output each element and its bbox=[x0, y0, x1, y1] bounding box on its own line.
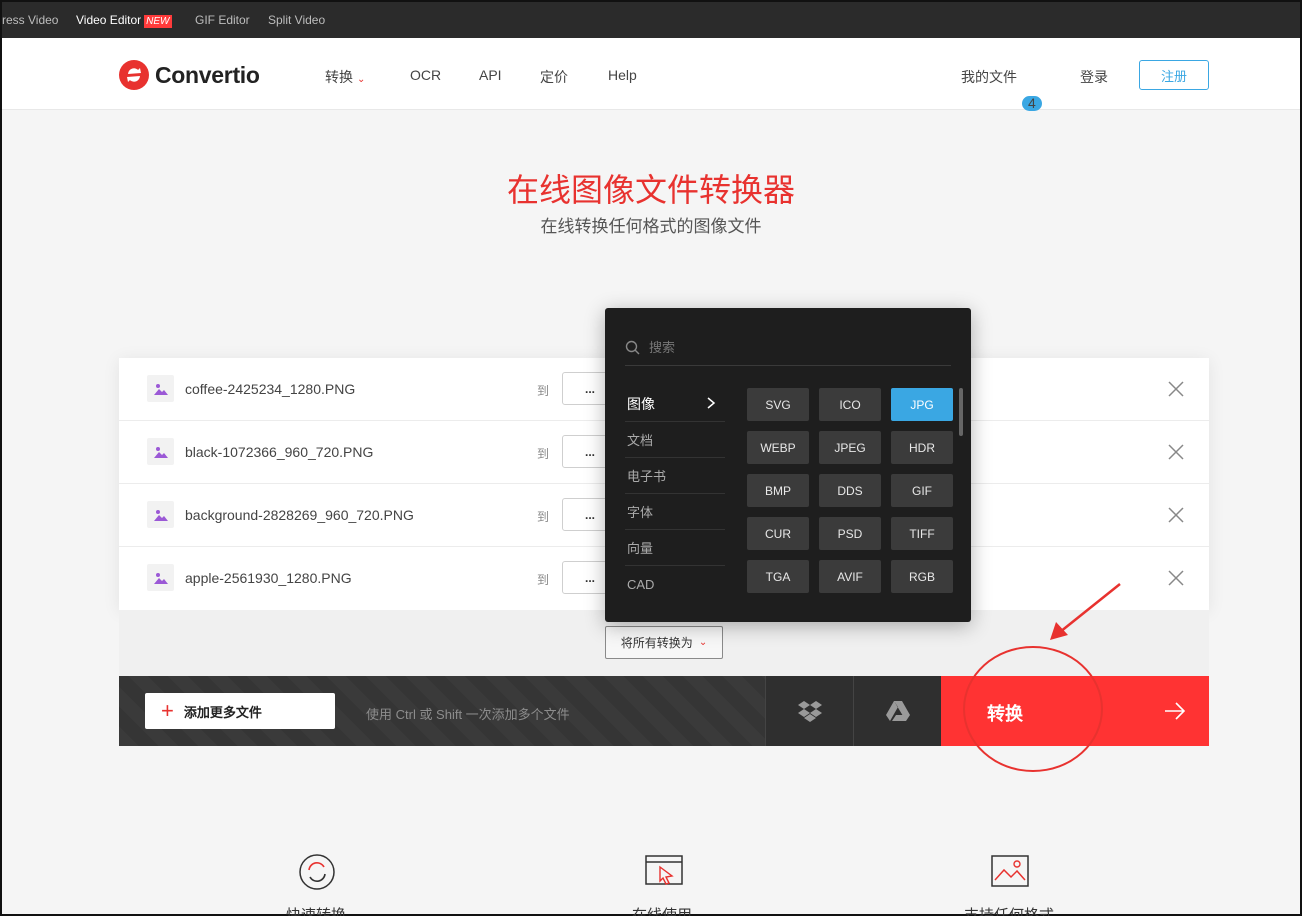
nav-ocr[interactable]: OCR bbox=[410, 67, 441, 83]
format-cur[interactable]: CUR bbox=[747, 517, 809, 550]
feature-any-format: 支持任何格式 bbox=[964, 907, 1055, 916]
format-jpeg[interactable]: JPEG bbox=[819, 431, 881, 464]
image-file-icon bbox=[147, 438, 174, 465]
category-vector[interactable]: 向量 bbox=[625, 530, 725, 566]
file-name: background-2828269_960_720.PNG bbox=[185, 507, 414, 523]
format-webp[interactable]: WEBP bbox=[747, 431, 809, 464]
new-badge: NEW bbox=[144, 15, 172, 28]
nav-api[interactable]: API bbox=[479, 67, 502, 83]
file-to-label: 到 bbox=[537, 447, 550, 461]
page-subtitle: 在线转换任何格式的图像文件 bbox=[540, 217, 762, 236]
strip-video-editor-label: Video Editor bbox=[76, 13, 142, 27]
close-icon[interactable] bbox=[1165, 567, 1187, 589]
my-files-link[interactable]: 我的文件 4 bbox=[961, 67, 1042, 111]
format-search-input[interactable] bbox=[649, 340, 929, 355]
format-bmp[interactable]: BMP bbox=[747, 474, 809, 507]
nav-pricing[interactable]: 定价 bbox=[540, 67, 568, 87]
format-avif[interactable]: AVIF bbox=[819, 560, 881, 593]
chevron-right-icon bbox=[707, 397, 716, 409]
format-ico[interactable]: ICO bbox=[819, 388, 881, 421]
image-file-icon bbox=[147, 564, 174, 591]
annotation-arrow-icon bbox=[1050, 583, 1121, 640]
chevron-down-icon: ⌄ bbox=[357, 74, 366, 85]
signup-button[interactable]: 注册 bbox=[1139, 60, 1209, 90]
nav-convert-label: 转换 bbox=[325, 69, 353, 85]
multi-select-hint: 使用 Ctrl 或 Shift 一次添加多个文件 bbox=[366, 707, 570, 722]
feature-online-use: 在线使用 bbox=[632, 907, 693, 916]
format-tga[interactable]: TGA bbox=[747, 560, 809, 593]
category-cad[interactable]: CAD bbox=[625, 566, 725, 602]
browser-cursor-icon bbox=[645, 855, 683, 885]
dropbox-button[interactable] bbox=[765, 676, 853, 746]
nav-help[interactable]: Help bbox=[608, 67, 637, 83]
strip-link-compress-video[interactable]: ress Video bbox=[2, 13, 58, 27]
logo-refresh-icon bbox=[119, 60, 149, 90]
site-header: Convertio 转换 ⌄ OCR API 定价 Help 我的文件 4 登录 注… bbox=[2, 38, 1300, 111]
close-icon[interactable] bbox=[1165, 378, 1187, 400]
dropbox-icon bbox=[797, 701, 822, 722]
strip-link-video-editor[interactable]: Video Editor NEW bbox=[76, 13, 172, 28]
logo[interactable]: Convertio bbox=[119, 60, 260, 90]
dropdown-scrollbar[interactable] bbox=[959, 388, 963, 436]
file-name: apple-2561930_1280.PNG bbox=[185, 570, 352, 586]
file-to-label: 到 bbox=[537, 573, 550, 587]
format-jpg[interactable]: JPG bbox=[891, 388, 953, 421]
chevron-down-icon: ⌄ bbox=[698, 637, 708, 648]
plus-icon: + bbox=[161, 698, 174, 723]
image-icon bbox=[991, 855, 1029, 887]
google-drive-icon bbox=[885, 701, 910, 721]
strip-link-gif-editor[interactable]: GIF Editor bbox=[195, 13, 250, 27]
file-to-label: 到 bbox=[537, 510, 550, 524]
annotation-circle bbox=[963, 646, 1103, 772]
file-name: black-1072366_960_720.PNG bbox=[185, 444, 374, 460]
top-product-strip: ress Video Video Editor NEW GIF Editor Sp… bbox=[2, 2, 1300, 38]
category-label: 图像 bbox=[627, 395, 655, 412]
files-count-badge: 4 bbox=[1022, 96, 1042, 111]
format-gif[interactable]: GIF bbox=[891, 474, 953, 507]
convert-all-label: 将所有转换为 bbox=[620, 636, 693, 650]
category-font[interactable]: 字体 bbox=[625, 494, 725, 530]
arrow-right-icon bbox=[1165, 702, 1186, 720]
format-psd[interactable]: PSD bbox=[819, 517, 881, 550]
close-icon[interactable] bbox=[1165, 441, 1187, 463]
login-link[interactable]: 登录 bbox=[1080, 67, 1108, 87]
format-tiff[interactable]: TIFF bbox=[891, 517, 953, 550]
format-dds[interactable]: DDS bbox=[819, 474, 881, 507]
my-files-label: 我的文件 bbox=[961, 69, 1017, 85]
nav-convert[interactable]: 转换 ⌄ bbox=[325, 67, 365, 87]
refresh-icon bbox=[299, 854, 335, 890]
format-dropdown: 图像 文档 电子书 字体 向量 CAD SVG ICO JPG WEBP JPE… bbox=[605, 308, 971, 622]
add-more-label: 添加更多文件 bbox=[183, 704, 262, 720]
google-drive-button[interactable] bbox=[853, 676, 941, 746]
convert-all-dropdown[interactable]: 将所有转换为 ⌄ bbox=[605, 626, 723, 659]
strip-link-split-video[interactable]: Split Video bbox=[268, 13, 325, 27]
format-hdr[interactable]: HDR bbox=[891, 431, 953, 464]
category-ebook[interactable]: 电子书 bbox=[625, 458, 725, 494]
search-icon bbox=[625, 340, 640, 354]
close-icon[interactable] bbox=[1165, 504, 1187, 526]
format-rgb[interactable]: RGB bbox=[891, 560, 953, 593]
format-search bbox=[625, 330, 951, 366]
page-title: 在线图像文件转换器 bbox=[506, 172, 795, 208]
file-name: coffee-2425234_1280.PNG bbox=[185, 381, 356, 397]
feature-fast-convert: 快速转换 bbox=[286, 907, 347, 916]
image-file-icon bbox=[147, 501, 174, 528]
category-image[interactable]: 图像 bbox=[625, 386, 725, 422]
file-to-label: 到 bbox=[537, 384, 550, 398]
format-svg[interactable]: SVG bbox=[747, 388, 809, 421]
category-document[interactable]: 文档 bbox=[625, 422, 725, 458]
image-file-icon bbox=[147, 375, 174, 402]
logo-text: Convertio bbox=[155, 61, 260, 88]
add-more-files-button[interactable]: + 添加更多文件 bbox=[145, 693, 335, 729]
